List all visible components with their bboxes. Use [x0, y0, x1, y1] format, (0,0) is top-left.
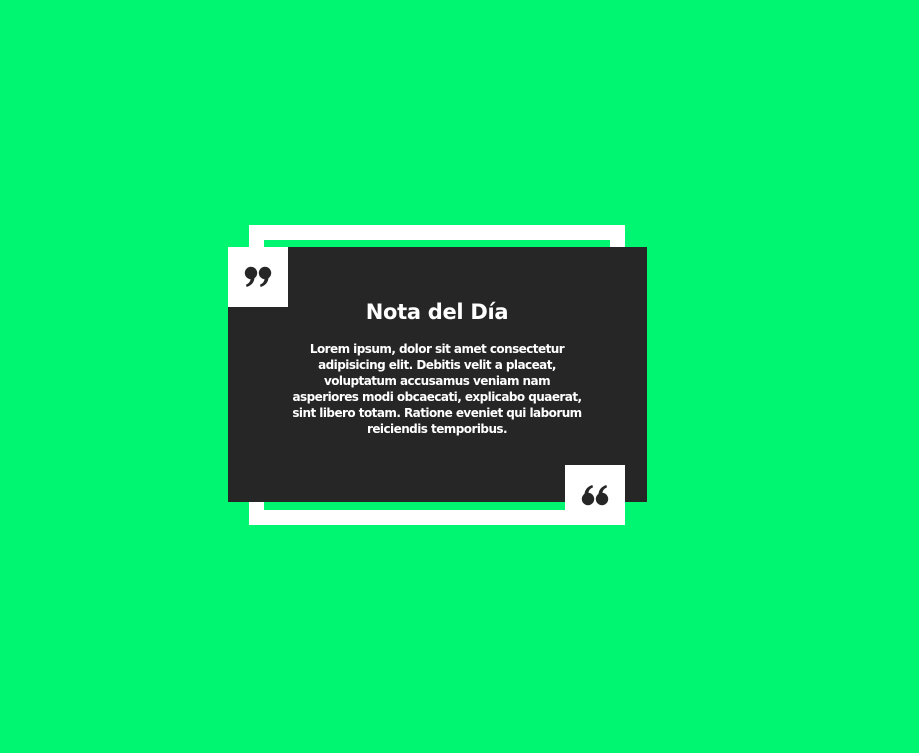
quote-close-box: [565, 465, 625, 525]
quote-open-box: [228, 247, 288, 307]
quote-body: Lorem ipsum, dolor sit amet consectetur …: [292, 342, 582, 436]
quote-title: Nota del Día: [365, 300, 509, 324]
quote-right-icon: [244, 266, 272, 288]
quote-left-icon: [581, 484, 609, 506]
